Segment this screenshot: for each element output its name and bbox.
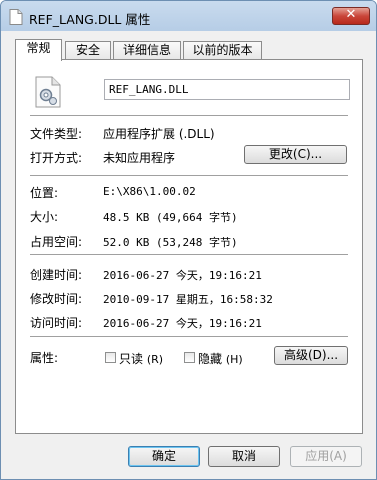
size-on-disk-value: 52.0 KB (53,248 字节) bbox=[103, 236, 238, 249]
hidden-accel: (H) bbox=[225, 353, 243, 366]
opens-with-value: 未知应用程序 bbox=[103, 151, 176, 165]
created-value: 2016-06-27 今天，19:16:21 bbox=[103, 269, 262, 282]
size-value: 48.5 KB (49,664 字节) bbox=[103, 211, 238, 224]
readonly-accel: (R) bbox=[146, 353, 164, 366]
cancel-button[interactable]: 取消 bbox=[208, 446, 280, 467]
dll-file-icon bbox=[35, 76, 61, 108]
size-on-disk-label: 占用空间: bbox=[30, 235, 83, 249]
modified-label: 修改时间: bbox=[30, 292, 83, 306]
ok-button[interactable]: 确定 bbox=[128, 446, 200, 467]
dialog-body: 常规 安全 详细信息 以前的版本 REF_LANG.DLL 文件类型: 应用程序… bbox=[7, 32, 371, 473]
file-name-field[interactable]: REF_LANG.DLL bbox=[104, 79, 350, 100]
opens-with-label: 打开方式: bbox=[30, 151, 83, 165]
advanced-button[interactable]: 高级(D)... bbox=[274, 346, 348, 365]
tab-previous-versions[interactable]: 以前的版本 bbox=[183, 41, 262, 60]
properties-window: REF_LANG.DLL 属性 ✕ 常规 安全 详细信息 以前的版本 REF_L… bbox=[0, 0, 377, 480]
separator bbox=[30, 254, 348, 256]
close-button[interactable]: ✕ bbox=[332, 7, 370, 25]
file-type-value: 应用程序扩展 (.DLL) bbox=[103, 127, 215, 141]
apply-button[interactable]: 应用(A) bbox=[290, 446, 362, 467]
tab-details[interactable]: 详细信息 bbox=[113, 41, 181, 60]
hidden-label[interactable]: 隐藏 (H) bbox=[198, 350, 243, 367]
accessed-label: 访问时间: bbox=[30, 316, 83, 330]
readonly-label[interactable]: 只读 (R) bbox=[119, 350, 163, 367]
file-type-label: 文件类型: bbox=[30, 127, 83, 141]
separator bbox=[30, 115, 348, 117]
location-label: 位置: bbox=[30, 186, 59, 200]
location-value: E:\X86\1.00.02 bbox=[103, 185, 196, 198]
hidden-checkbox[interactable] bbox=[184, 352, 195, 363]
accessed-value: 2016-06-27 今天，19:16:21 bbox=[103, 317, 262, 330]
change-button[interactable]: 更改(C)... bbox=[244, 145, 347, 164]
separator bbox=[30, 175, 348, 177]
tab-general[interactable]: 常规 bbox=[15, 39, 62, 61]
close-icon: ✕ bbox=[345, 7, 357, 22]
window-title: REF_LANG.DLL 属性 bbox=[29, 12, 151, 27]
attributes-label: 属性: bbox=[30, 351, 59, 365]
readonly-text: 只读 bbox=[119, 352, 144, 366]
file-icon bbox=[9, 9, 23, 25]
separator bbox=[30, 336, 348, 338]
modified-value: 2010-09-17 星期五，16:58:32 bbox=[103, 293, 273, 306]
tab-security[interactable]: 安全 bbox=[65, 41, 111, 60]
readonly-checkbox[interactable] bbox=[105, 352, 116, 363]
general-panel: REF_LANG.DLL 文件类型: 应用程序扩展 (.DLL) 打开方式: 未… bbox=[15, 59, 363, 434]
created-label: 创建时间: bbox=[30, 268, 83, 282]
title-bar[interactable]: REF_LANG.DLL 属性 ✕ bbox=[1, 1, 376, 31]
hidden-text: 隐藏 bbox=[198, 352, 223, 366]
size-label: 大小: bbox=[30, 210, 59, 224]
